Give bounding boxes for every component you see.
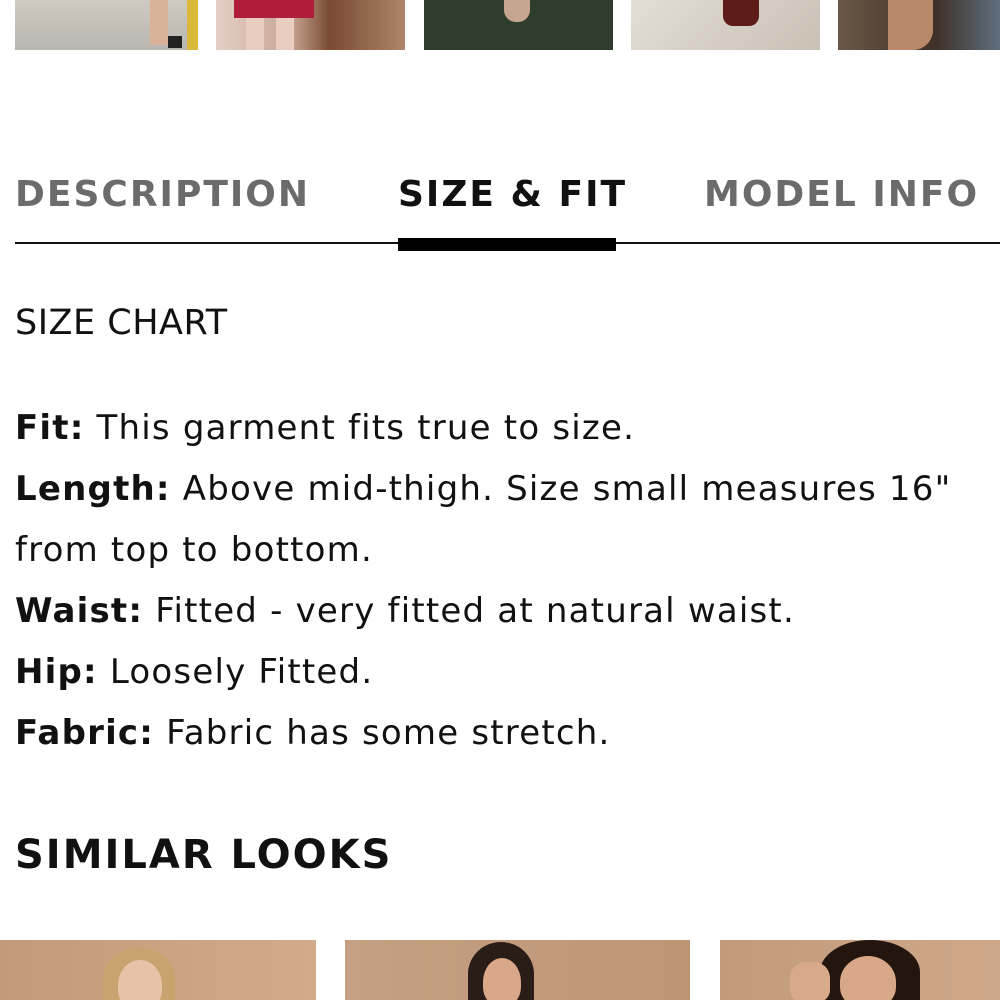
detail-label: Length:	[15, 469, 171, 509]
fit-detail-hip: Hip: Loosely Fitted.	[15, 642, 995, 703]
size-chart-link[interactable]: SIZE CHART	[15, 303, 228, 343]
product-info-tabs: DESCRIPTION SIZE & FIT MODEL INFO	[0, 160, 1000, 255]
active-tab-indicator	[398, 238, 616, 251]
tab-size-fit[interactable]: SIZE & FIT	[398, 174, 627, 215]
detail-label: Hip:	[15, 652, 98, 692]
fit-detail-waist: Waist: Fitted - very fitted at natural w…	[15, 581, 995, 642]
fit-detail-fit: Fit: This garment fits true to size.	[15, 398, 995, 459]
fit-detail-length: Length: Above mid-thigh. Size small meas…	[15, 459, 995, 581]
detail-text: Fitted - very fitted at natural waist.	[155, 591, 795, 631]
customer-photo-thumbnail[interactable]	[631, 0, 820, 50]
customer-photo-thumbnail[interactable]	[216, 0, 405, 50]
detail-label: Fabric:	[15, 713, 155, 753]
similar-product-card[interactable]	[0, 940, 316, 1000]
detail-label: Waist:	[15, 591, 144, 631]
fit-details: Fit: This garment fits true to size. Len…	[15, 398, 995, 764]
tab-model-info[interactable]: MODEL INFO	[704, 174, 979, 215]
customer-photo-thumbnail[interactable]	[838, 0, 1000, 50]
customer-photo-strip	[0, 0, 1000, 52]
detail-text: Fabric has some stretch.	[166, 713, 611, 753]
detail-text: Loosely Fitted.	[109, 652, 374, 692]
fit-detail-fabric: Fabric: Fabric has some stretch.	[15, 703, 995, 764]
similar-looks-heading: SIMILAR LOOKS	[15, 832, 393, 878]
similar-product-card[interactable]	[345, 940, 690, 1000]
similar-product-card[interactable]	[720, 940, 1000, 1000]
detail-text: This garment fits true to size.	[96, 408, 636, 448]
detail-label: Fit:	[15, 408, 85, 448]
tab-description[interactable]: DESCRIPTION	[15, 174, 310, 215]
customer-photo-thumbnail[interactable]	[424, 0, 613, 50]
customer-photo-thumbnail[interactable]	[15, 0, 198, 50]
